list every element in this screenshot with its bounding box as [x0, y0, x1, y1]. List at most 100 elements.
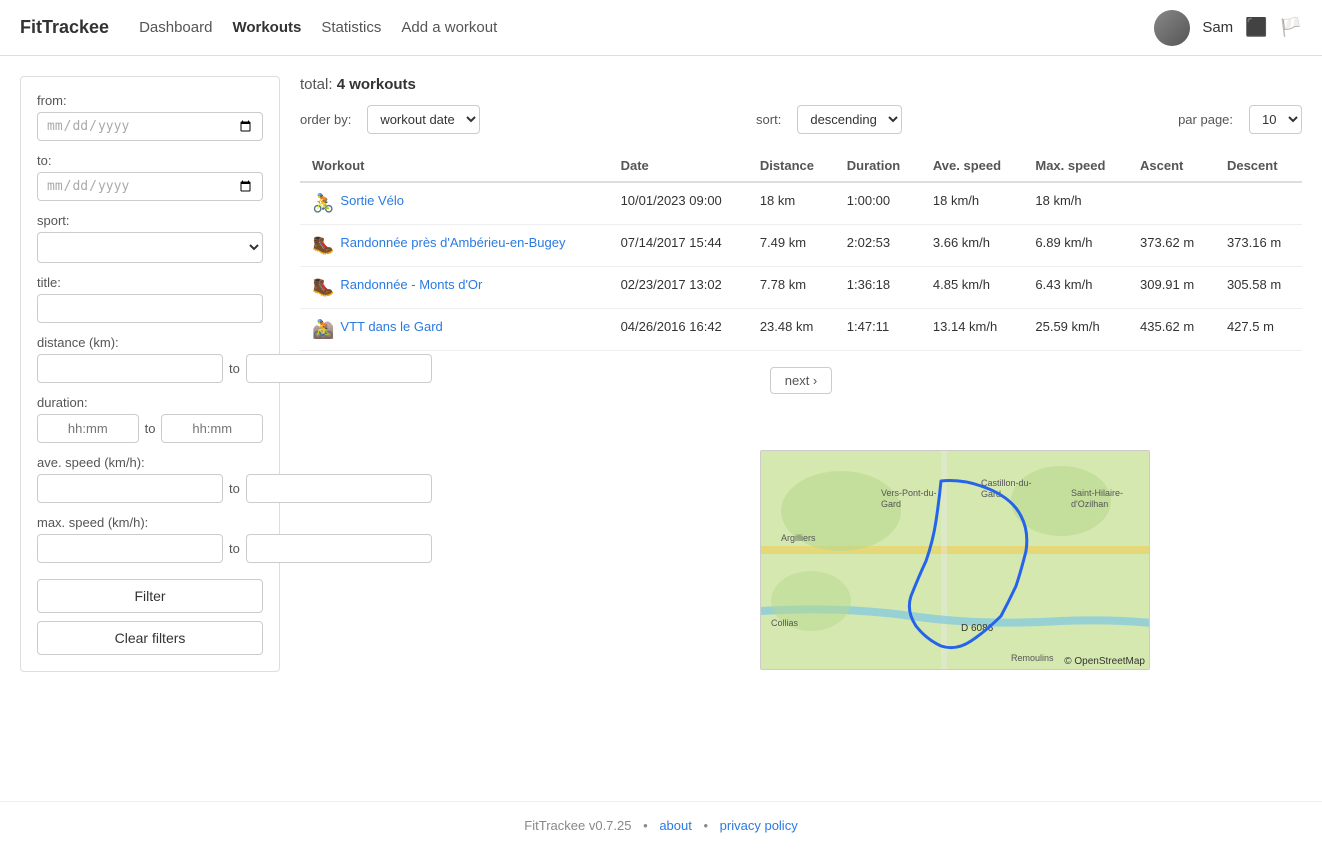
- main-layout: from: to: sport: title: distance (km): t…: [0, 56, 1322, 801]
- workout-ascent-1: 373.62 m: [1128, 225, 1215, 267]
- svg-text:Castillon-du-: Castillon-du-: [981, 478, 1032, 488]
- workout-date-0: 10/01/2023 09:00: [609, 182, 748, 225]
- col-workout: Workout: [300, 150, 609, 182]
- duration-range: to: [37, 414, 263, 443]
- table-row: 🚴 Sortie Vélo 10/01/2023 09:0018 km1:00:…: [300, 182, 1302, 225]
- username: Sam: [1202, 19, 1233, 36]
- workout-duration-0: 1:00:00: [835, 182, 921, 225]
- nav-statistics[interactable]: Statistics: [321, 19, 381, 36]
- clear-filters-button[interactable]: Clear filters: [37, 621, 263, 655]
- workout-ascent-2: 309.91 m: [1128, 267, 1215, 309]
- workout-link[interactable]: VTT dans le Gard: [340, 319, 442, 334]
- svg-text:Argilliers: Argilliers: [781, 533, 816, 543]
- workout-descent-3: 427.5 m: [1215, 309, 1302, 351]
- duration-min-input[interactable]: [37, 414, 139, 443]
- workout-max-speed-0: 18 km/h: [1023, 182, 1128, 225]
- nav-add-workout[interactable]: Add a workout: [401, 19, 497, 36]
- per-page-label: par page:: [1178, 112, 1233, 127]
- nav-workouts[interactable]: Workouts: [232, 19, 301, 36]
- map-overlay: D 6086 Argilliers Vers-Pont-du- Gard Cas…: [760, 450, 1150, 670]
- order-by-select[interactable]: workout date distance duration ave. spee…: [367, 105, 480, 134]
- next-page-button[interactable]: next ›: [770, 367, 833, 394]
- workout-cell-2: 🥾 Randonnée - Monts d'Or: [300, 267, 609, 309]
- footer-version: v0.7.25: [589, 818, 632, 833]
- distance-label: distance (km):: [37, 335, 263, 350]
- from-date-input[interactable]: [37, 112, 263, 141]
- table-row: 🥾 Randonnée près d'Ambérieu-en-Bugey 07/…: [300, 225, 1302, 267]
- content-area: total: 4 workouts order by: workout date…: [300, 76, 1302, 781]
- max-speed-min-input[interactable]: [37, 534, 223, 563]
- workout-distance-3: 23.48 km: [748, 309, 835, 351]
- workout-link[interactable]: Randonnée près d'Ambérieu-en-Bugey: [340, 235, 565, 250]
- sidebar: from: to: sport: title: distance (km): t…: [20, 76, 280, 672]
- controls-bar: order by: workout date distance duration…: [300, 105, 1302, 134]
- per-page-select[interactable]: 10 20 50: [1249, 105, 1302, 134]
- workout-ascent-0: [1128, 182, 1215, 225]
- svg-text:Remoulins: Remoulins: [1011, 653, 1054, 663]
- ave-speed-min-input[interactable]: [37, 474, 223, 503]
- sort-select[interactable]: descending ascending: [797, 105, 902, 134]
- table-wrapper: Workout Date Distance Duration Ave. spee…: [300, 150, 1302, 351]
- to-date-input[interactable]: [37, 172, 263, 201]
- workout-duration-2: 1:36:18: [835, 267, 921, 309]
- max-speed-range: to: [37, 534, 263, 563]
- from-label: from:: [37, 93, 263, 108]
- flag-icon[interactable]: 🏳️: [1280, 17, 1302, 38]
- workout-table: Workout Date Distance Duration Ave. spee…: [300, 150, 1302, 351]
- avatar: [1154, 10, 1190, 46]
- nav-dashboard[interactable]: Dashboard: [139, 19, 212, 36]
- workout-ave-speed-3: 13.14 km/h: [921, 309, 1023, 351]
- footer-dot2: •: [703, 818, 708, 833]
- svg-text:Saint-Hilaire-: Saint-Hilaire-: [1071, 488, 1123, 498]
- col-ascent: Ascent: [1128, 150, 1215, 182]
- col-ave-speed: Ave. speed: [921, 150, 1023, 182]
- filter-button[interactable]: Filter: [37, 579, 263, 613]
- workout-max-speed-1: 6.89 km/h: [1023, 225, 1128, 267]
- workout-ascent-3: 435.62 m: [1128, 309, 1215, 351]
- workout-link[interactable]: Randonnée - Monts d'Or: [340, 277, 482, 292]
- footer-dot1: •: [643, 818, 648, 833]
- max-speed-label: max. speed (km/h):: [37, 515, 263, 530]
- duration-max-input[interactable]: [161, 414, 263, 443]
- workout-descent-0: [1215, 182, 1302, 225]
- sport-icon: 🚵: [312, 319, 334, 340]
- workout-cell-0: 🚴 Sortie Vélo: [300, 182, 609, 225]
- col-max-speed: Max. speed: [1023, 150, 1128, 182]
- title-input[interactable]: [37, 294, 263, 323]
- ave-speed-to-text: to: [229, 481, 240, 496]
- workout-distance-0: 18 km: [748, 182, 835, 225]
- summary-bar: total: 4 workouts: [300, 76, 1302, 93]
- distance-min-input[interactable]: [37, 354, 223, 383]
- svg-text:Gard: Gard: [881, 499, 901, 509]
- footer-about-link[interactable]: about: [659, 818, 692, 833]
- navbar-right: Sam ⬛ 🏳️: [1154, 10, 1302, 46]
- table-row: 🥾 Randonnée - Monts d'Or 02/23/2017 13:0…: [300, 267, 1302, 309]
- workout-ave-speed-0: 18 km/h: [921, 182, 1023, 225]
- to-label: to:: [37, 153, 263, 168]
- total-label: total:: [300, 76, 333, 93]
- logout-icon[interactable]: ⬛: [1245, 17, 1267, 38]
- col-date: Date: [609, 150, 748, 182]
- workout-cell-3: 🚵 VTT dans le Gard: [300, 309, 609, 351]
- footer: FitTrackee v0.7.25 • about • privacy pol…: [0, 801, 1322, 849]
- workout-distance-2: 7.78 km: [748, 267, 835, 309]
- brand-logo[interactable]: FitTrackee: [20, 17, 109, 38]
- workout-date-2: 02/23/2017 13:02: [609, 267, 748, 309]
- col-duration: Duration: [835, 150, 921, 182]
- workout-cell-1: 🥾 Randonnée près d'Ambérieu-en-Bugey: [300, 225, 609, 267]
- workout-ave-speed-1: 3.66 km/h: [921, 225, 1023, 267]
- sort-label: sort:: [756, 112, 781, 127]
- distance-to-text: to: [229, 361, 240, 376]
- sport-label: sport:: [37, 213, 263, 228]
- workout-date-1: 07/14/2017 15:44: [609, 225, 748, 267]
- map-svg: D 6086 Argilliers Vers-Pont-du- Gard Cas…: [761, 451, 1150, 670]
- map-credit: © OpenStreetMap: [1064, 656, 1145, 667]
- workout-link[interactable]: Sortie Vélo: [340, 193, 404, 208]
- workout-duration-1: 2:02:53: [835, 225, 921, 267]
- pagination: next ›: [300, 367, 1302, 394]
- total-value: 4 workouts: [337, 76, 416, 93]
- sport-select[interactable]: [37, 232, 263, 263]
- footer-privacy-link[interactable]: privacy policy: [720, 818, 798, 833]
- workout-date-3: 04/26/2016 16:42: [609, 309, 748, 351]
- workout-duration-3: 1:47:11: [835, 309, 921, 351]
